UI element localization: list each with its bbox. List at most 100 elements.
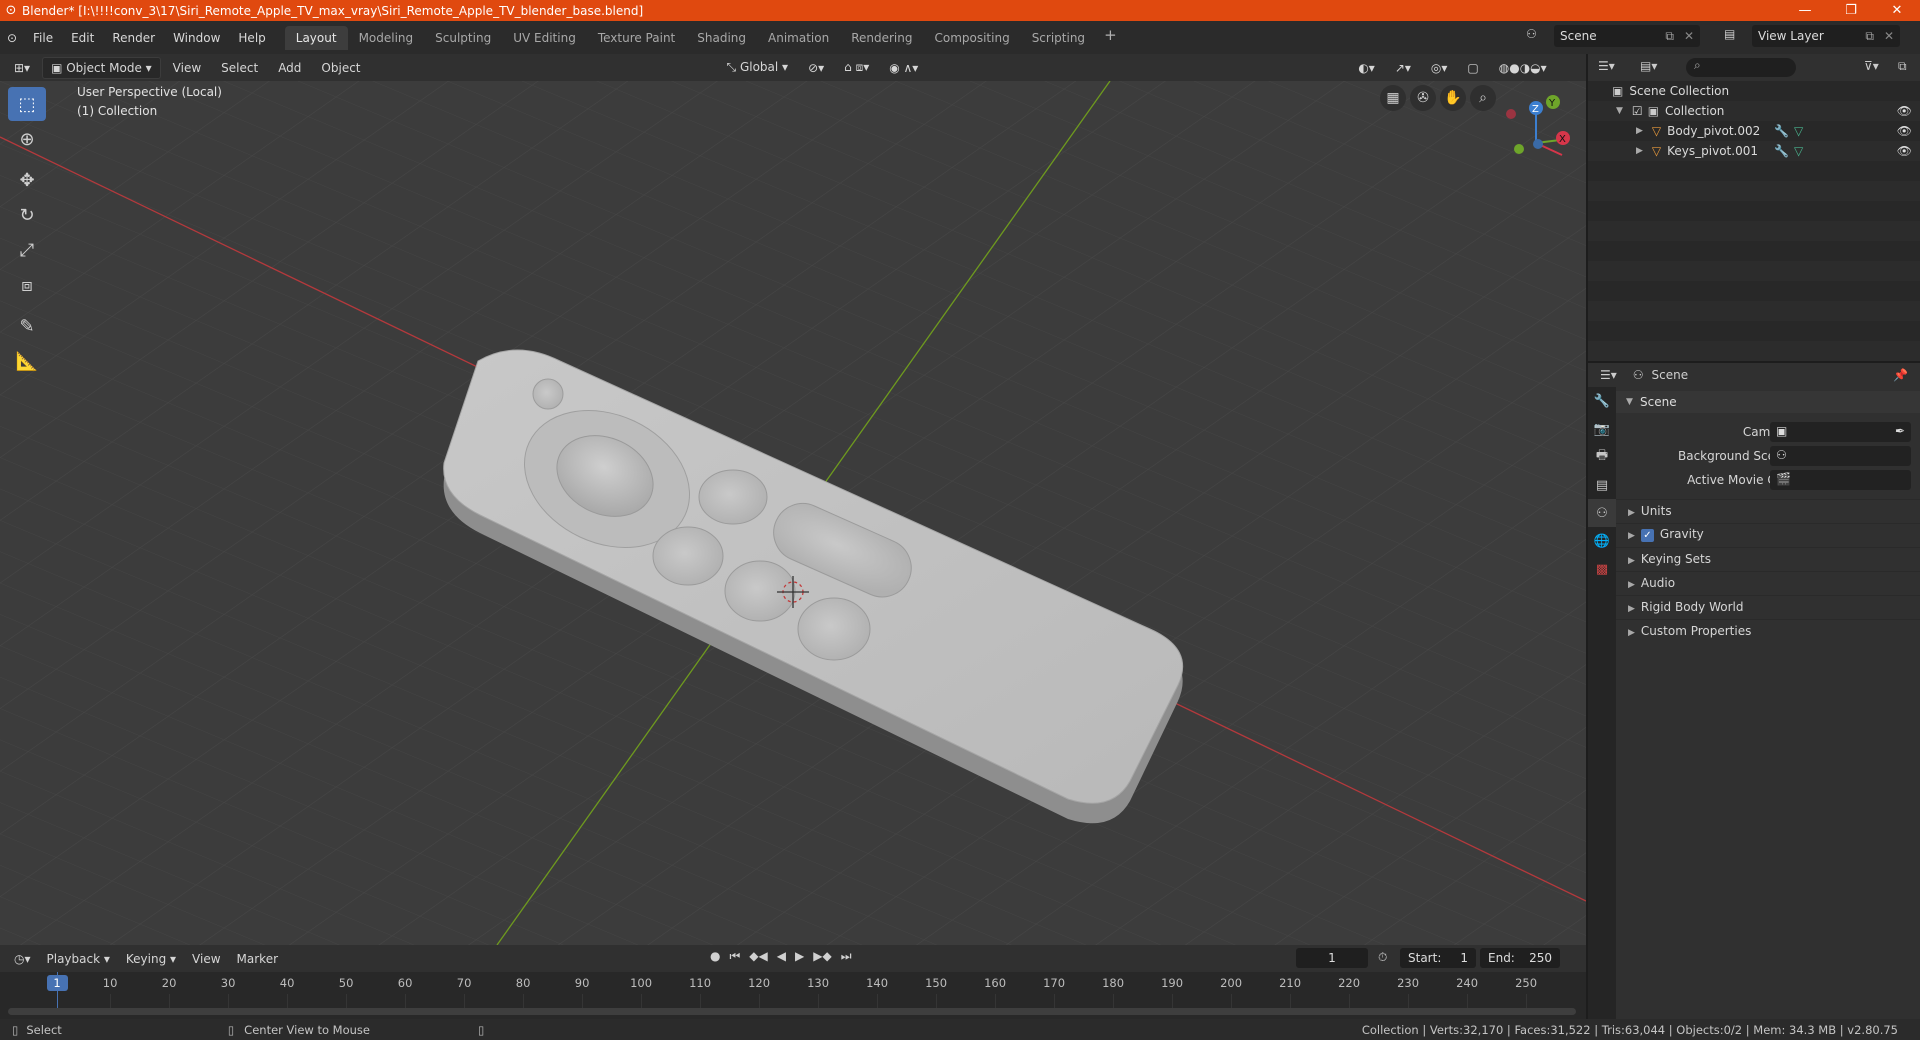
mesh-data-icon[interactable]: ▽ — [1794, 124, 1803, 138]
filter-icon[interactable]: ⊽▾ — [1864, 59, 1879, 73]
expand-arrow-icon[interactable]: ▶ — [1628, 580, 1635, 590]
tab-scripting[interactable]: Scripting — [1021, 26, 1096, 50]
menu-timeline-view[interactable]: View — [184, 949, 228, 969]
subpanel-audio[interactable]: ▶ Audio — [1616, 571, 1920, 593]
visibility-icon[interactable]: ◐▾ — [1350, 58, 1383, 78]
pan-hand-icon[interactable]: ✋ — [1440, 85, 1466, 111]
menu-edit[interactable]: Edit — [62, 31, 103, 45]
subpanel-keying-sets[interactable]: ▶ Keying Sets — [1616, 547, 1920, 569]
outliner-editor-icon[interactable]: ☰▾ — [1598, 59, 1615, 73]
background-scene-field[interactable]: ⚇ — [1770, 446, 1911, 466]
menu-select[interactable]: Select — [213, 58, 266, 78]
tab-rendering[interactable]: Rendering — [840, 26, 923, 50]
current-frame-field[interactable]: 1 — [1296, 948, 1368, 968]
subpanel-gravity[interactable]: ▶ ✓ Gravity — [1616, 523, 1920, 545]
tab-shading[interactable]: Shading — [686, 26, 757, 50]
render-tab-icon[interactable]: 📷 — [1588, 415, 1616, 443]
timeline-scrollbar[interactable] — [8, 1008, 1576, 1015]
expand-arrow-icon[interactable]: ▶ — [1636, 146, 1643, 156]
view-layer-tab-icon[interactable]: ▤ — [1588, 471, 1616, 499]
properties-editor-icon[interactable]: ☰▾ — [1600, 368, 1617, 382]
eyedropper-icon[interactable]: ✒ — [1895, 424, 1905, 438]
scene-field[interactable]: Scene ⧉ ✕ — [1554, 25, 1700, 47]
menu-window[interactable]: Window — [164, 31, 229, 45]
expand-arrow-icon[interactable]: ▶ — [1628, 531, 1635, 541]
expand-arrow-icon[interactable]: ▼ — [1626, 397, 1633, 407]
snap-icon[interactable]: ⌂ ⧈▾ — [836, 57, 877, 78]
move-tool-icon[interactable]: ✥ — [8, 163, 46, 197]
toggle-grid-icon[interactable]: ▦ — [1380, 85, 1406, 111]
stopwatch-icon[interactable]: ⏱ — [1378, 950, 1387, 965]
visibility-eye-icon[interactable]: 👁 — [1897, 144, 1912, 158]
prev-keyframe-icon[interactable]: ◆◀ — [749, 949, 767, 964]
subpanel-custom-properties[interactable]: ▶ Custom Properties — [1616, 619, 1920, 641]
outliner-search-input[interactable]: ⌕ — [1686, 58, 1796, 77]
3d-viewport[interactable]: Z Y X User Perspective (Local) (1) Colle… — [0, 81, 1586, 945]
minimize-button[interactable]: — — [1782, 3, 1828, 18]
texture-tab-icon[interactable]: ▩ — [1588, 555, 1616, 583]
tab-animation[interactable]: Animation — [757, 26, 840, 50]
transform-tool-icon[interactable]: ⧈ — [8, 268, 46, 302]
expand-arrow-icon[interactable]: ▶ — [1628, 556, 1635, 566]
blender-menu-icon[interactable]: ⊙ — [0, 31, 24, 45]
menu-file[interactable]: File — [24, 31, 62, 45]
menu-help[interactable]: Help — [229, 31, 274, 45]
menu-object[interactable]: Object — [313, 58, 368, 78]
end-frame-field[interactable]: End: 250 — [1480, 948, 1560, 968]
collection-checkbox[interactable]: ☑ — [1632, 104, 1643, 118]
jump-start-icon[interactable]: ⏮ — [729, 949, 740, 964]
gravity-checkbox[interactable]: ✓ — [1640, 529, 1654, 542]
scene-panel-header[interactable]: ▼ Scene — [1616, 391, 1920, 413]
new-view-layer-icon[interactable]: ⧉ — [1865, 29, 1874, 44]
record-icon[interactable]: ● — [710, 949, 720, 964]
tab-modeling[interactable]: Modeling — [348, 26, 425, 50]
menu-view[interactable]: View — [165, 58, 209, 78]
timeline-area[interactable]: 1 10 20 30 40 50 60 70 80 90 100 110 120 130 140 150 160… — [0, 972, 1586, 1019]
output-tab-icon[interactable]: 🖶 — [1588, 443, 1616, 471]
outliner-row-keys[interactable]: ▶ ▽ Keys_pivot.001 🔧 ▽ 👁 — [1588, 141, 1920, 161]
camera-field[interactable]: ▣ ✒ — [1770, 422, 1911, 442]
subpanel-rigid-body-world[interactable]: ▶ Rigid Body World — [1616, 595, 1920, 617]
expand-arrow-icon[interactable]: ▶ — [1628, 604, 1635, 614]
cursor-tool-icon[interactable]: ⊕ — [8, 122, 46, 156]
play-icon[interactable]: ▶ — [795, 949, 804, 964]
subpanel-units[interactable]: ▶ Units — [1616, 499, 1920, 521]
start-frame-field[interactable]: Start: 1 — [1400, 948, 1476, 968]
annotate-tool-icon[interactable]: ✎ — [8, 309, 46, 343]
scene-selector-icon[interactable]: ⚇ — [1526, 27, 1537, 41]
outliner-row-body[interactable]: ▶ ▽ Body_pivot.002 🔧 ▽ 👁 — [1588, 121, 1920, 141]
menu-render[interactable]: Render — [103, 31, 164, 45]
visibility-eye-icon[interactable]: 👁 — [1897, 104, 1912, 118]
pin-icon[interactable]: 📌 — [1893, 368, 1908, 382]
maximize-button[interactable]: ❐ — [1828, 3, 1874, 18]
jump-end-icon[interactable]: ⏭ — [841, 949, 852, 964]
menu-keying[interactable]: Keying ▾ — [118, 949, 184, 969]
new-scene-icon[interactable]: ⧉ — [1665, 29, 1674, 44]
rotate-tool-icon[interactable]: ↻ — [8, 198, 46, 232]
movie-clip-field[interactable]: 🎬 — [1770, 470, 1911, 490]
add-workspace-icon[interactable]: + — [1096, 26, 1125, 50]
camera-view-icon[interactable]: ✇ — [1410, 85, 1436, 111]
pivot-icon[interactable]: ⊘▾ — [800, 58, 832, 78]
visibility-eye-icon[interactable]: 👁 — [1897, 124, 1912, 138]
play-reverse-icon[interactable]: ◀ — [777, 949, 786, 964]
menu-add[interactable]: Add — [270, 58, 309, 78]
tab-compositing[interactable]: Compositing — [923, 26, 1020, 50]
tab-layout[interactable]: Layout — [284, 25, 348, 50]
delete-view-layer-icon[interactable]: ✕ — [1884, 29, 1894, 43]
editor-type-icon[interactable]: ⊞▾ — [6, 58, 38, 78]
menu-playback[interactable]: Playback ▾ — [39, 949, 118, 969]
new-collection-icon[interactable]: ⧉ — [1898, 59, 1907, 74]
xray-icon[interactable]: ▢ — [1459, 58, 1486, 78]
overlay-toggle-icon[interactable]: ◎▾ — [1423, 58, 1456, 78]
orientation-dropdown[interactable]: ⤡ Global ▾ — [719, 57, 797, 78]
outliner-row-scene-collection[interactable]: ▣ Scene Collection — [1588, 81, 1920, 101]
measure-tool-icon[interactable]: 📐 — [8, 344, 46, 378]
expand-arrow-icon[interactable]: ▼ — [1616, 106, 1623, 116]
expand-arrow-icon[interactable]: ▶ — [1628, 628, 1635, 638]
world-tab-icon[interactable]: 🌐 — [1588, 527, 1616, 555]
mode-dropdown[interactable]: ▣ Object Mode ▾ — [42, 56, 161, 79]
close-button[interactable]: ✕ — [1874, 3, 1920, 18]
scale-tool-icon[interactable]: ⤢ — [8, 233, 46, 267]
expand-arrow-icon[interactable]: ▶ — [1628, 508, 1635, 518]
